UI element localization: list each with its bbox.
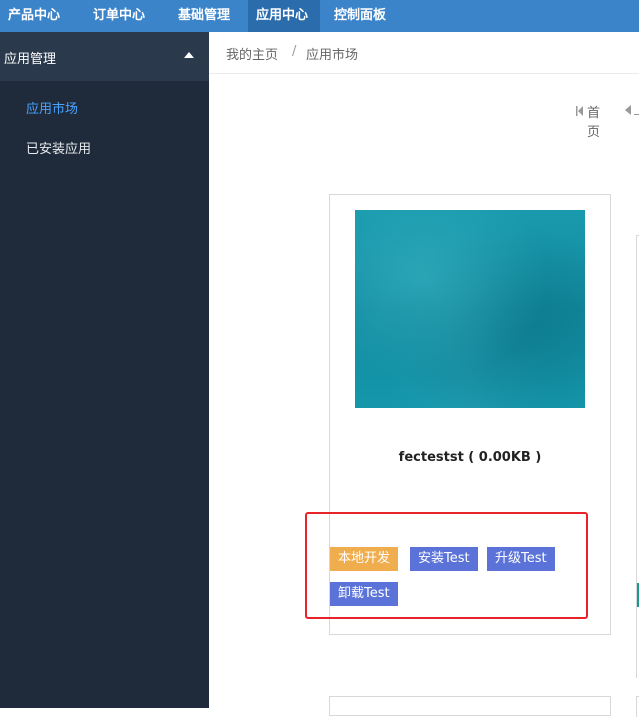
top-navigation: 产品中心 订单中心 基础管理 应用中心 控制面板 bbox=[0, 0, 639, 32]
first-page-link[interactable]: 首页 bbox=[587, 102, 600, 140]
tab-product-center[interactable]: 产品中心 bbox=[0, 0, 72, 32]
sidebar-item-installed-apps[interactable]: 已安装应用 bbox=[26, 138, 91, 157]
app-card: fectestst ( 0.00KB ) 本地开发 安装Test 升级Test … bbox=[329, 194, 611, 635]
app-title: fectestst ( 0.00KB ) bbox=[398, 450, 542, 465]
breadcrumb: 我的主页 / 应用市场 bbox=[209, 32, 639, 74]
previous-page-link[interactable] bbox=[634, 114, 639, 115]
breadcrumb-separator: / bbox=[292, 44, 297, 59]
caret-up-icon bbox=[184, 52, 194, 58]
app-thumbnail bbox=[355, 210, 585, 408]
tab-app-center[interactable]: 应用中心 bbox=[248, 0, 320, 32]
sidebar-item-app-market[interactable]: 应用市场 bbox=[26, 98, 78, 117]
tab-order-center[interactable]: 订单中心 bbox=[85, 0, 157, 32]
sidebar: 应用管理 应用市场 已安装应用 bbox=[0, 32, 209, 708]
breadcrumb-home[interactable]: 我的主页 bbox=[226, 44, 278, 63]
sidebar-group-app-management[interactable]: 应用管理 bbox=[0, 32, 209, 81]
previous-page-icon[interactable] bbox=[625, 105, 631, 115]
tab-basic-management[interactable]: 基础管理 bbox=[170, 0, 242, 32]
first-page-icon[interactable] bbox=[576, 106, 583, 116]
uninstall-test-button[interactable]: 卸载Test bbox=[330, 582, 398, 606]
install-test-button[interactable]: 安装Test bbox=[410, 547, 478, 571]
local-develop-button[interactable]: 本地开发 bbox=[330, 547, 399, 571]
app-card-partial bbox=[329, 696, 611, 716]
sidebar-group-label: 应用管理 bbox=[4, 52, 57, 67]
tab-control-panel[interactable]: 控制面板 bbox=[326, 0, 398, 32]
upgrade-test-button[interactable]: 升级Test bbox=[487, 547, 555, 571]
breadcrumb-current: 应用市场 bbox=[306, 48, 359, 63]
